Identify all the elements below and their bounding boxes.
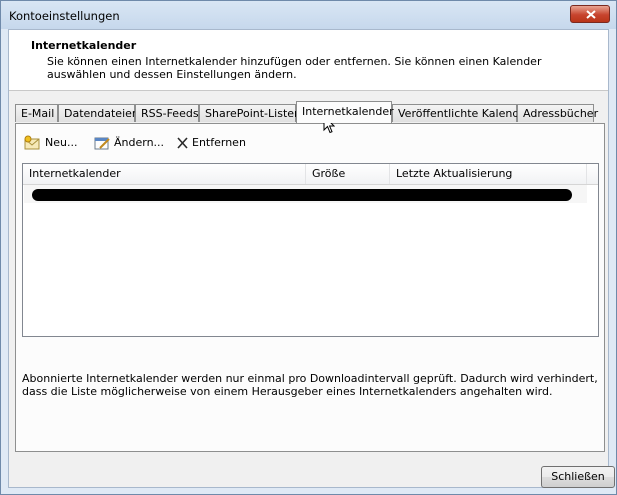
change-button[interactable]: Ändern... xyxy=(93,133,165,153)
calendar-list[interactable]: Internetkalender Größe Letzte Aktualisie… xyxy=(22,163,599,337)
title-bar[interactable]: Kontoeinstellungen xyxy=(1,1,616,29)
tab-internet-calendars[interactable]: Internetkalender xyxy=(296,101,394,123)
tab-email[interactable]: E-Mail xyxy=(15,104,58,122)
list-item[interactable] xyxy=(24,185,587,203)
column-header-size[interactable]: Größe xyxy=(306,164,390,184)
tab-panel: Neu... Ändern... Entfernen Internetkalen… xyxy=(15,123,605,452)
tab-published-calendars[interactable]: Veröffentlichte Kalender xyxy=(392,104,531,122)
tab-sharepoint-lists[interactable]: SharePoint-Listen xyxy=(199,104,301,122)
remove-button-label: Entfernen xyxy=(192,136,246,149)
header-panel: Internetkalender Sie können einen Intern… xyxy=(9,30,608,91)
new-button[interactable]: Neu... xyxy=(24,133,80,153)
change-button-label: Ändern... xyxy=(114,136,165,149)
close-button[interactable]: Schließen xyxy=(541,466,615,488)
close-icon xyxy=(586,10,596,19)
page-title: Internetkalender xyxy=(31,39,137,52)
delete-icon xyxy=(177,137,188,149)
tab-address-books[interactable]: Adressbücher xyxy=(517,104,598,122)
list-header: Internetkalender Größe Letzte Aktualisie… xyxy=(23,164,598,185)
account-settings-window: Kontoeinstellungen Internetkalender Sie … xyxy=(0,0,617,495)
window-title: Kontoeinstellungen xyxy=(9,9,120,23)
new-calendar-icon xyxy=(24,135,40,150)
column-header-last-update[interactable]: Letzte Aktualisierung xyxy=(390,164,587,184)
tab-data-files[interactable]: Datendateien xyxy=(58,104,139,122)
column-header-calendar[interactable]: Internetkalender xyxy=(23,164,306,184)
new-button-label: Neu... xyxy=(45,136,78,149)
edit-calendar-icon xyxy=(94,137,110,150)
window-close-button[interactable] xyxy=(570,5,610,23)
page-description: Sie können einen Internetkalender hinzuf… xyxy=(47,55,542,81)
remove-button[interactable]: Entfernen xyxy=(175,133,247,153)
redacted-entry xyxy=(32,189,572,201)
tab-rss-feeds[interactable]: RSS-Feeds xyxy=(135,104,199,122)
info-text: Abonnierte Internetkalender werden nur e… xyxy=(22,372,598,398)
dialog-client: Internetkalender Sie können einen Intern… xyxy=(8,29,615,488)
